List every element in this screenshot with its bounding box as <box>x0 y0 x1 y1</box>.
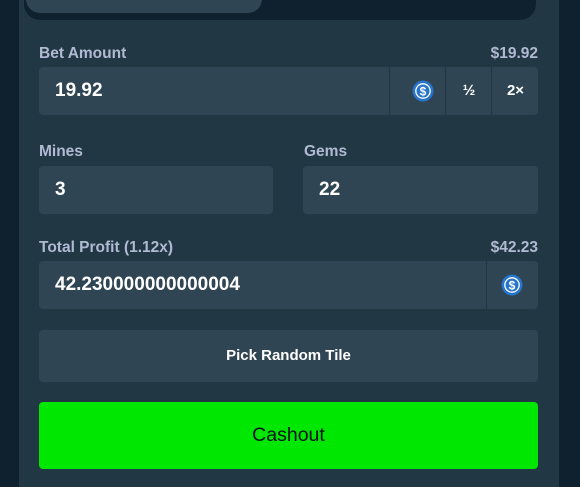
bet-amount-usd: $19.92 <box>490 45 538 62</box>
profit-currency-icon-wrap: $ <box>488 261 536 309</box>
usdc-coin-icon: $ <box>412 80 434 102</box>
gems-label: Gems <box>304 143 348 160</box>
usdc-coin-icon: $ <box>501 274 523 296</box>
svg-text:$: $ <box>420 85 427 99</box>
mines-select[interactable]: 3 <box>39 166 273 214</box>
bet-amount-value: 19.92 <box>55 80 103 101</box>
double-bet-button[interactable]: 2× <box>493 67 538 115</box>
pick-random-tile-button[interactable]: Pick Random Tile <box>39 330 538 382</box>
gems-value: 22 <box>319 179 341 200</box>
half-bet-button[interactable]: ½ <box>447 67 491 115</box>
bet-amount-field: 19.92 $ ½ 2× <box>39 67 538 115</box>
gems-field: 22 <box>303 166 538 214</box>
mines-value: 3 <box>55 179 66 200</box>
total-profit-usd: $42.23 <box>490 239 538 256</box>
total-profit-label: Total Profit (1.12x) <box>39 239 174 256</box>
mines-label: Mines <box>39 143 83 160</box>
svg-text:$: $ <box>509 279 516 293</box>
tab-manual[interactable] <box>26 0 262 13</box>
total-profit-field: 42.230000000000004 $ <box>39 261 538 309</box>
total-profit-value: 42.230000000000004 <box>55 274 240 295</box>
bet-amount-label: Bet Amount <box>39 45 127 62</box>
cashout-button[interactable]: Cashout <box>39 402 538 469</box>
currency-button[interactable]: $ <box>399 67 447 115</box>
